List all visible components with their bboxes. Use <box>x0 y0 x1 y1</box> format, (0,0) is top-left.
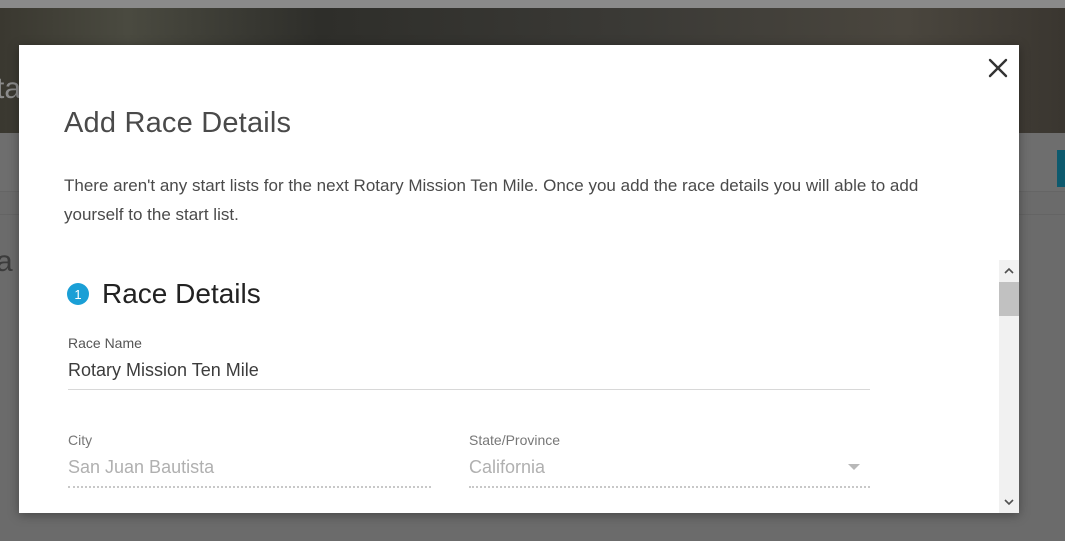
scrollbar-thumb[interactable] <box>999 282 1019 316</box>
scroll-down-button[interactable] <box>999 493 1019 511</box>
add-race-details-modal: Add Race Details There aren't any start … <box>19 45 1019 513</box>
modal-scrollbar[interactable] <box>999 260 1019 513</box>
city-label: City <box>68 432 93 448</box>
modal-description: There aren't any start lists for the nex… <box>64 176 919 224</box>
close-button[interactable] <box>985 55 1011 81</box>
section-title: Race Details <box>102 278 261 309</box>
chevron-down-icon <box>1004 499 1014 506</box>
race-name-field[interactable]: Race Name Rotary Mission Ten Mile <box>68 335 870 390</box>
city-input[interactable]: San Juan Bautista <box>68 457 431 486</box>
scroll-up-button[interactable] <box>999 262 1019 280</box>
chevron-up-icon <box>1004 267 1014 274</box>
city-field[interactable]: City San Juan Bautista <box>68 432 431 488</box>
step-number-badge: 1 <box>67 283 89 305</box>
state-province-label: State/Province <box>469 432 561 448</box>
background-top-bar <box>0 0 1065 8</box>
background-hero-text: ta <box>0 72 22 105</box>
section-header: 1 Race Details <box>67 278 261 310</box>
state-province-select[interactable]: State/Province California <box>469 432 870 488</box>
chevron-down-icon[interactable] <box>848 464 860 470</box>
close-icon <box>988 58 1008 78</box>
state-province-value[interactable]: California <box>469 457 870 486</box>
race-name-label: Race Name <box>68 335 142 351</box>
background-left-text: a <box>0 245 13 278</box>
modal-scroll-area: 1 Race Details Race Name Rotary Mission … <box>19 260 999 513</box>
race-name-input[interactable]: Rotary Mission Ten Mile <box>68 360 870 389</box>
background-accent-button <box>1057 150 1065 187</box>
modal-title: Add Race Details <box>64 107 292 139</box>
